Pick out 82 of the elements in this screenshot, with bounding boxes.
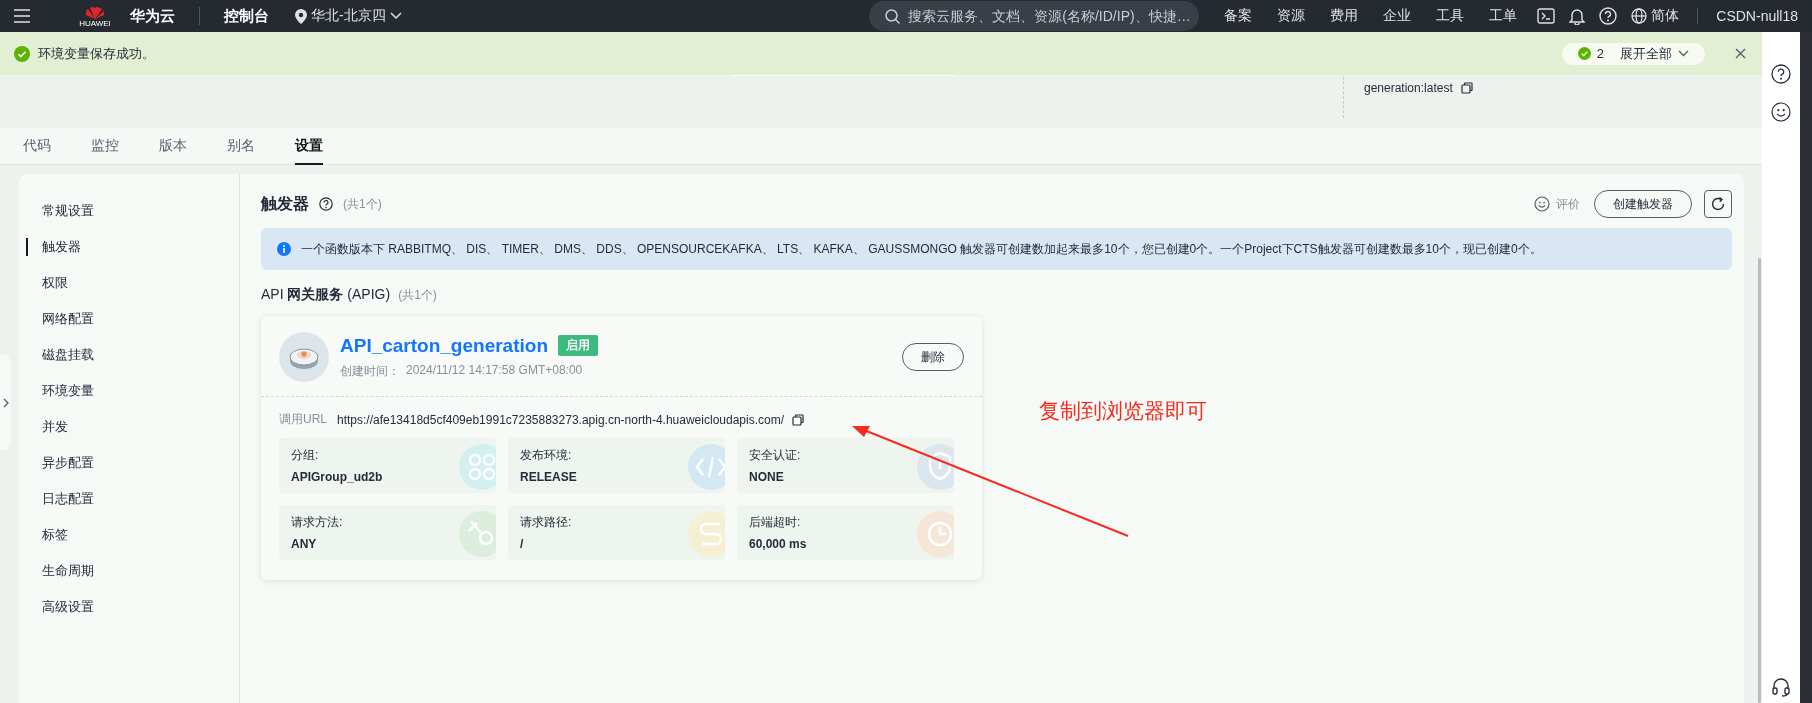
close-icon[interactable]: [1735, 48, 1746, 59]
language-selector[interactable]: 简体: [1631, 7, 1680, 25]
created-time: 2024/11/12 14:17:58 GMT+08:00: [406, 362, 583, 379]
sidebar-item[interactable]: 标签: [26, 526, 68, 544]
sidebar-item[interactable]: 磁盘挂载: [26, 346, 94, 364]
notification-message: 环境变量保存成功。: [38, 44, 155, 63]
field-value: NONE: [749, 470, 785, 484]
nav-link[interactable]: 备案: [1224, 7, 1253, 25]
tab[interactable]: 监控: [91, 128, 119, 165]
flower-logo-icon: [83, 4, 107, 19]
brand-name[interactable]: 华为云: [130, 6, 175, 26]
region-selector[interactable]: 华北-北京四: [295, 7, 402, 25]
invoke-url: https://afe13418d5cf409eb1991c7235883273.apig.cn-north-4.huaweicloudapis.com/: [337, 412, 784, 427]
expand-all-button[interactable]: 2 展开全部: [1561, 42, 1705, 65]
console-link[interactable]: 控制台: [224, 6, 269, 26]
headset-icon[interactable]: [1771, 677, 1791, 697]
nav-link[interactable]: 工单: [1489, 7, 1518, 25]
tab[interactable]: 别名: [227, 128, 255, 165]
notification-bell-icon[interactable]: [1569, 7, 1586, 25]
help-icon[interactable]: [1771, 64, 1791, 84]
field-value: APIGroup_ud2b: [291, 470, 384, 484]
menu-icon[interactable]: [14, 9, 30, 23]
sidebar-item[interactable]: 常规设置: [26, 202, 94, 220]
success-check-icon: [1577, 47, 1591, 60]
field-label: 请求路径:: [520, 514, 573, 531]
sidebar-item[interactable]: 高级设置: [26, 598, 94, 616]
field-label: 分组:: [291, 447, 320, 464]
account-name[interactable]: CSDN-null18: [1697, 8, 1798, 24]
field-value: /: [520, 537, 525, 551]
refresh-icon: [1710, 196, 1726, 212]
smiley-icon[interactable]: [1771, 102, 1791, 122]
globe-icon: [1631, 8, 1648, 24]
success-check-icon: [14, 45, 30, 62]
sidebar-item[interactable]: 权限: [26, 274, 68, 292]
chevron-down-icon: [1678, 50, 1689, 57]
version-tag: generation:latest: [1364, 81, 1453, 95]
search-field[interactable]: 搜索云服务、文档、资源(名称/ID/IP)、快捷…: [869, 1, 1200, 31]
refresh-button[interactable]: [1704, 190, 1732, 218]
field-label: 发布环境:: [520, 447, 573, 464]
nav-link[interactable]: 资源: [1277, 7, 1306, 25]
section-title: 触发器: [261, 193, 309, 214]
nav-link[interactable]: 企业: [1383, 7, 1412, 25]
copy-icon[interactable]: [1460, 82, 1473, 94]
url-label: 调用URL: [279, 411, 328, 428]
collapse-handle[interactable]: [0, 355, 11, 450]
terminal-icon[interactable]: [1537, 8, 1556, 24]
tab[interactable]: 版本: [159, 128, 187, 165]
info-icon: [277, 242, 291, 256]
field-value: RELEASE: [520, 470, 578, 484]
sidebar-item[interactable]: 异步配置: [26, 454, 94, 472]
tab[interactable]: 代码: [23, 128, 51, 165]
sidebar-item[interactable]: 日志配置: [26, 490, 94, 508]
chevron-down-icon: [389, 12, 402, 20]
field-label: 后端超时:: [749, 514, 802, 531]
sidebar-item[interactable]: 触发器: [26, 238, 81, 256]
copy-icon[interactable]: [792, 413, 804, 426]
sidebar-item[interactable]: 生命周期: [26, 562, 94, 580]
annotation-text: 复制到浏览器即可: [1039, 398, 1207, 424]
sidebar-item[interactable]: 环境变量: [26, 382, 94, 400]
field-label: 请求方法:: [291, 514, 344, 531]
field-value: ANY: [291, 537, 318, 551]
nav-link[interactable]: 费用: [1330, 7, 1359, 25]
sidebar-item[interactable]: 并发: [26, 418, 68, 436]
info-message: 一个函数版本下 RABBITMQ、 DIS、 TIMER、 DMS、 DDS、 OPENSOURCEKAFKA、 LTS、 KAFKA、 GAUSSMONGO 触发器可创建数加起来最多10个，您已创建0个。一个Project下CTS触发器可创建数最多10个，现已创建0个。: [301, 240, 1542, 258]
search-icon: [885, 8, 901, 24]
field-value: 60,000 ms: [749, 537, 808, 551]
trigger-count: (共1个): [343, 195, 382, 213]
nav-link[interactable]: 工具: [1436, 7, 1465, 25]
trigger-name-link[interactable]: API_carton_generation: [340, 334, 548, 357]
group-title: API 网关服务 (APIG): [261, 286, 391, 304]
field-label: 安全认证:: [749, 447, 802, 464]
scrollbar[interactable]: [1758, 258, 1761, 703]
group-count: (共1个): [398, 287, 437, 304]
status-tag: 启用: [558, 335, 598, 356]
smiley-icon: [1534, 196, 1550, 212]
avatar-drawing: [279, 332, 329, 382]
created-label: 创建时间：: [340, 362, 400, 380]
brand-logo[interactable]: HUAWEI: [74, 4, 116, 28]
location-pin-icon: [295, 8, 307, 24]
chevron-right-icon: [2, 397, 9, 408]
help-icon[interactable]: [319, 197, 333, 211]
sidebar-item[interactable]: 网络配置: [26, 310, 94, 328]
